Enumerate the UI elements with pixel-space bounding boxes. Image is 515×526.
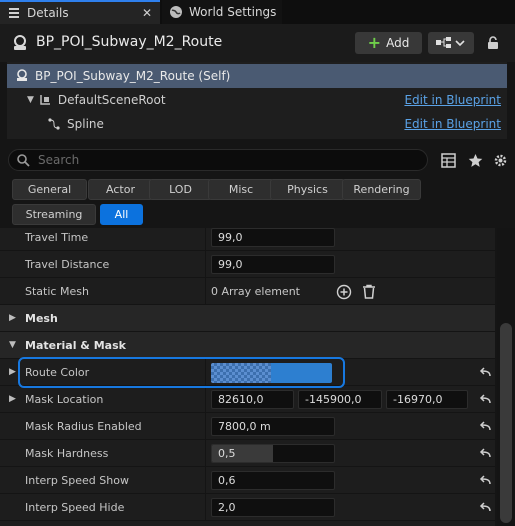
filter-lod[interactable]: LOD [149,179,212,200]
column-divider [205,251,206,278]
filter-actor[interactable]: Actor [88,179,153,200]
category-material-mask[interactable]: ▼ Material & Mask [0,332,495,359]
property-label: Mask Hardness [25,446,109,460]
tree-item-spline[interactable]: Spline Edit in Blueprint [7,112,507,136]
property-row-mask-radius: Mask Radius Enabled 7800,0 m [0,413,495,440]
tree-item-defaultsceneroot[interactable]: ▼ DefaultSceneRoot Edit in Blueprint [7,88,507,112]
column-divider [205,467,206,494]
mask-hardness-slider[interactable]: 0,5 [211,444,335,463]
category-label: Mesh [25,311,58,325]
column-divider [205,440,206,467]
category-label: Material & Mask [25,338,126,352]
property-label: Travel Distance [25,257,110,271]
reset-to-default-icon[interactable] [478,474,492,488]
search-input[interactable]: Search [8,149,428,171]
add-component-button[interactable]: + Add [355,32,422,54]
property-row-travel-distance: Travel Distance 99,0 [0,251,495,278]
mask-location-z-field[interactable]: -16970,0 [386,390,468,409]
column-divider [205,413,206,440]
tab-world-settings[interactable]: World Settings [162,0,282,24]
reset-to-default-icon[interactable] [478,393,492,407]
property-label: Mask Radius Enabled [25,419,142,433]
static-mesh-value: 0 Array element [211,284,300,298]
interp-speed-show-field[interactable]: 0,6 [211,471,335,490]
mask-location-y-field[interactable]: -145900,0 [298,390,382,409]
scrollbar[interactable] [497,228,515,526]
blueprint-icon [436,37,465,48]
lock-icon[interactable] [486,36,500,50]
mask-location-x-field[interactable]: 82610,0 [211,390,294,409]
travel-distance-field[interactable]: 99,0 [211,255,335,274]
tree-self-label: BP_POI_Subway_M2_Route (Self) [35,69,231,83]
expand-arrow-icon[interactable]: ▶ [9,367,16,377]
tab-details-label: Details [27,6,69,20]
search-placeholder: Search [38,153,80,167]
expand-arrow-icon[interactable]: ▶ [9,394,16,404]
column-divider [205,278,206,305]
property-row-mask-hardness: Mask Hardness 0,5 [0,440,495,467]
mask-radius-field[interactable]: 7800,0 m [211,417,335,436]
search-icon [16,153,30,167]
collapse-arrow-icon: ▼ [9,340,16,350]
property-label: Travel Time [25,230,89,244]
column-divider [205,494,206,521]
property-row-interp-show: Interp Speed Show 0,6 [0,467,495,494]
edit-in-blueprint-link[interactable]: Edit in Blueprint [404,93,501,107]
details-header: BP_POI_Subway_M2_Route + Add [0,24,515,62]
settings-gear-icon[interactable] [493,153,508,168]
slider-value: 0,5 [218,447,236,460]
tree-item-label: DefaultSceneRoot [57,93,166,107]
filter-all[interactable]: All [100,204,143,225]
actor-icon [11,34,29,52]
plus-icon: + [367,33,382,52]
filter-misc[interactable]: Misc [208,179,274,200]
tab-details[interactable]: Details ✕ [0,0,160,24]
filter-general[interactable]: General [12,179,87,200]
property-row-mask-location: ▶ Mask Location 82610,0 -145900,0 -16970… [0,386,495,413]
reset-to-default-icon[interactable] [478,447,492,461]
trash-icon[interactable] [362,284,376,300]
property-row-interp-hide: Interp Speed Hide 2,0 [0,494,495,521]
scene-root-icon [38,93,52,107]
filter-rendering[interactable]: Rendering [342,179,421,200]
focus-highlight [18,357,345,388]
star-icon[interactable] [468,153,483,168]
property-label: Static Mesh [25,284,89,298]
close-icon[interactable]: ✕ [142,6,152,20]
actor-name: BP_POI_Subway_M2_Route [36,34,223,50]
property-row-static-mesh: Static Mesh 0 Array element [0,278,495,305]
filter-streaming[interactable]: Streaming [12,204,96,225]
interp-speed-hide-field[interactable]: 2,0 [211,498,335,517]
reset-to-default-icon[interactable] [478,420,492,434]
actor-self-icon [15,69,29,83]
spline-icon [47,117,61,131]
reset-to-default-icon[interactable] [478,501,492,515]
tab-bar: Details ✕ World Settings [0,0,515,24]
travel-time-field[interactable]: 99,0 [211,228,335,247]
table-view-icon[interactable] [441,153,456,168]
component-tree: BP_POI_Subway_M2_Route (Self) ▼ DefaultS… [7,62,507,139]
scrollbar-thumb[interactable] [500,323,512,523]
blueprint-options-button[interactable] [428,32,474,54]
property-row-travel-time: Travel Time 99,0 [0,228,495,251]
tab-world-settings-label: World Settings [189,5,277,19]
filter-physics[interactable]: Physics [270,179,345,200]
tree-item-label: Spline [67,117,104,131]
edit-in-blueprint-link[interactable]: Edit in Blueprint [404,117,501,131]
reset-to-default-icon[interactable] [478,366,492,380]
globe-icon [169,5,183,19]
property-label: Interp Speed Show [25,473,129,487]
column-divider [205,386,206,413]
tree-item-self[interactable]: BP_POI_Subway_M2_Route (Self) [7,64,507,88]
column-divider [205,228,206,251]
add-element-icon[interactable] [336,284,352,300]
property-label: Interp Speed Hide [25,500,125,514]
add-label: Add [386,36,410,50]
collapse-arrow-icon[interactable]: ▼ [27,95,34,105]
property-label: Mask Location [25,392,104,406]
expand-arrow-icon: ▶ [9,313,16,323]
category-mesh[interactable]: ▶ Mesh [0,305,495,332]
details-icon [7,6,21,20]
